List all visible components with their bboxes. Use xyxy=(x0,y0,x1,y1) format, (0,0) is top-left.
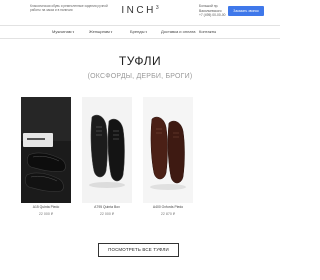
phone-link[interactable]: +7 (495) 00-00-00 xyxy=(199,13,227,18)
nav-item-women[interactable]: Женщинам▾ xyxy=(89,26,112,38)
nav-item-men[interactable]: Мужчинам▾ xyxy=(52,26,74,38)
chevron-down-icon: ▾ xyxy=(72,30,75,34)
product-price: 22 000 ₽ xyxy=(38,212,54,216)
product-photo[interactable] xyxy=(21,97,71,203)
nav-item-brands[interactable]: Бренды▾ xyxy=(130,26,147,38)
product-name[interactable]: A795 Quinta Box xyxy=(82,205,132,209)
product-card[interactable]: A15 Quinta Piedo 22 000 ₽ xyxy=(21,97,71,216)
section-subtitle: (ОКСФОРДЫ, ДЕРБИ, БРОГИ) xyxy=(87,73,193,80)
logo-text[interactable]: INCH xyxy=(121,5,155,16)
product-card[interactable]: A795 Quinta Box 22 000 ₽ xyxy=(82,97,132,216)
nav-item-label[interactable]: Женщинам xyxy=(89,29,110,34)
nav-item-label[interactable]: Бренды xyxy=(130,29,145,34)
product-photo[interactable] xyxy=(143,97,193,203)
product-price: 22 000 ₽ xyxy=(99,212,115,216)
address-text: Большой пр. Васильевского xyxy=(199,4,222,13)
header-contact: Большой пр. Васильевского +7 (495) 00-00… xyxy=(199,4,227,18)
view-all-shoes-button[interactable]: ПОСМОТРЕТЬ ВСЕ ТУФЛИ xyxy=(98,243,179,257)
product-price: 22 870 ₽ xyxy=(160,212,176,216)
nav-item-contacts[interactable]: Контакты xyxy=(199,26,216,38)
callback-button[interactable]: Заказать звонок xyxy=(228,6,264,16)
section-title: ТУФЛИ xyxy=(118,54,162,68)
shoe-photo-image xyxy=(82,97,132,203)
product-photo[interactable] xyxy=(82,97,132,203)
nav-item-label[interactable]: Мужчинам xyxy=(52,29,72,34)
product-name[interactable]: A400 Oxfords Piedo xyxy=(143,205,193,209)
main-nav: Мужчинам▾ Женщинам▾ Бренды▾ Доставка и о… xyxy=(0,25,280,39)
shoe-photo-image xyxy=(143,97,193,203)
chevron-down-icon: ▾ xyxy=(145,30,148,34)
nav-item-label[interactable]: Контакты xyxy=(199,29,216,34)
logo-sup[interactable]: 3 xyxy=(156,5,159,11)
header: Классическая обувь и ремесленные изделия… xyxy=(0,0,280,24)
shoe-photo-image xyxy=(21,97,71,203)
chevron-down-icon: ▾ xyxy=(110,30,113,34)
nav-item-label[interactable]: Доставка и оплата xyxy=(161,29,196,34)
product-card[interactable]: A400 Oxfords Piedo 22 870 ₽ xyxy=(143,97,193,216)
product-name[interactable]: A15 Quinta Piedo xyxy=(21,205,71,209)
nav-item-delivery[interactable]: Доставка и оплата xyxy=(161,26,196,38)
